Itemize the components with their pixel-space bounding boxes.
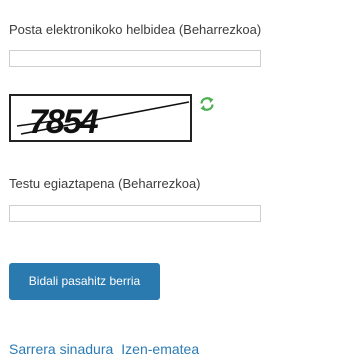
refresh-icon[interactable] <box>198 95 216 113</box>
email-label: Posta elektronikoko helbidea (Beharrezko… <box>9 22 262 37</box>
captcha-label: Testu egiaztapena (Beharrezkoa) <box>9 176 201 191</box>
send-new-password-button[interactable]: Bidali pasahitz berria <box>9 263 160 300</box>
captcha-image: 7854 <box>9 94 192 142</box>
captcha-field[interactable] <box>9 205 261 222</box>
email-field[interactable] <box>9 50 261 67</box>
footer-links: Sarrera sinadura Izen-ematea <box>9 341 199 357</box>
signin-link[interactable]: Sarrera sinadura <box>9 341 113 357</box>
captcha-text: 7854 <box>29 103 99 140</box>
register-link[interactable]: Izen-ematea <box>121 341 199 357</box>
